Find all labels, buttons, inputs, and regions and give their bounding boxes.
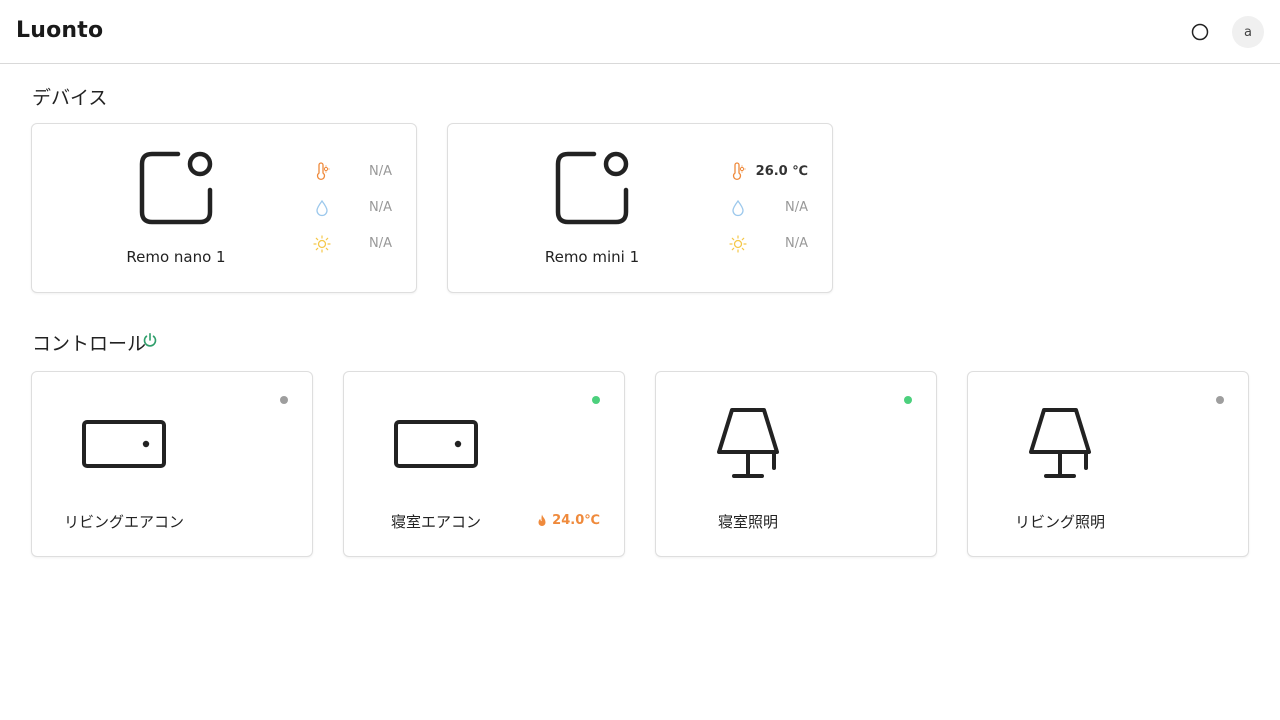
humidity-sensor: N/A	[312, 198, 392, 218]
control-card-light[interactable]: 寝室照明	[655, 371, 937, 557]
control-card-aircon[interactable]: リビングエアコン	[31, 371, 313, 557]
remo-device-icon	[139, 151, 213, 225]
control-card-aircon[interactable]: 寝室エアコン 24.0℃	[343, 371, 625, 557]
droplet-icon	[316, 199, 328, 217]
flame-icon	[538, 514, 546, 526]
controls-section-title: コントロール	[32, 333, 147, 355]
lamp-icon	[717, 408, 779, 478]
humidity-sensor: N/A	[728, 198, 808, 218]
status-indicator-off	[280, 396, 288, 404]
device-name: Remo nano 1	[126, 248, 226, 266]
aircon-icon	[394, 420, 478, 468]
thermometer-icon	[732, 162, 746, 181]
sun-icon	[313, 235, 331, 253]
device-card[interactable]: Remo nano 1 N/A N/A N/A	[31, 123, 417, 293]
illuminance-sensor: N/A	[728, 234, 808, 254]
illuminance-value: N/A	[369, 236, 392, 251]
theme-toggle-button[interactable]	[1184, 16, 1216, 48]
illuminance-sensor: N/A	[312, 234, 392, 254]
control-card-light[interactable]: リビング照明	[967, 371, 1249, 557]
temperature-sensor: N/A	[312, 162, 392, 182]
temperature-sensor: 26.0 ℃	[728, 162, 808, 182]
control-name: リビングエアコン	[63, 513, 184, 531]
temperature-value: N/A	[369, 164, 392, 179]
illuminance-value: N/A	[785, 236, 808, 251]
status-indicator-off	[1216, 396, 1224, 404]
power-icon	[143, 333, 157, 347]
lamp-icon	[1029, 408, 1091, 478]
app-header: Luonto a	[0, 0, 1280, 64]
droplet-icon	[732, 199, 744, 217]
status-indicator-on	[592, 396, 600, 404]
humidity-value: N/A	[785, 200, 808, 215]
power-all-button[interactable]	[140, 330, 160, 350]
app-brand[interactable]: Luonto	[16, 18, 103, 43]
sun-icon	[729, 235, 747, 253]
control-temperature: 24.0℃	[536, 513, 600, 528]
devices-section-title: デバイス	[32, 87, 108, 109]
remo-device-icon	[555, 151, 629, 225]
circle-outline-icon	[1191, 23, 1209, 41]
control-temperature-value: 24.0℃	[552, 513, 600, 528]
control-name: リビング照明	[1014, 513, 1105, 531]
device-name: Remo mini 1	[544, 248, 640, 266]
status-indicator-on	[904, 396, 912, 404]
control-name: 寝室エアコン	[390, 513, 481, 531]
device-card[interactable]: Remo mini 1 26.0 ℃ N/A N/A	[447, 123, 833, 293]
avatar[interactable]: a	[1232, 16, 1264, 48]
aircon-icon	[82, 420, 166, 468]
temperature-value: 26.0 ℃	[755, 164, 808, 179]
thermometer-icon	[316, 162, 330, 181]
humidity-value: N/A	[369, 200, 392, 215]
control-name: 寝室照明	[717, 513, 778, 531]
